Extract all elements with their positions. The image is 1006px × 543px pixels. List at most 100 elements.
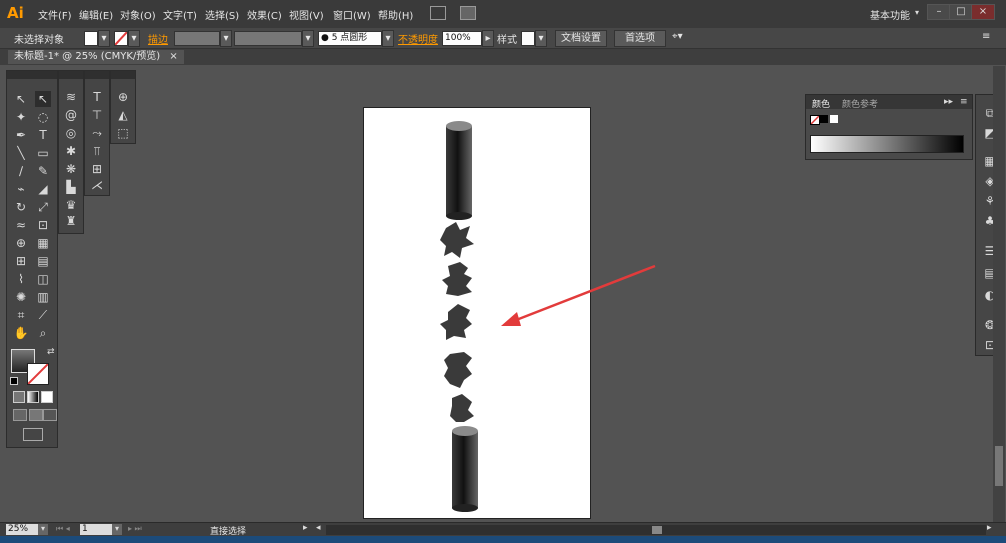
scallop-tool-icon[interactable]: ❋ xyxy=(63,161,79,177)
document-tab[interactable]: 未标题-1* @ 25% (CMYK/预览) × xyxy=(8,50,184,64)
fill-swatch[interactable] xyxy=(84,31,98,46)
type-tool-alt-icon[interactable]: T xyxy=(89,89,105,105)
horizontal-scroll-thumb[interactable] xyxy=(652,526,662,534)
perspective-grid-tool-icon[interactable]: ▦ xyxy=(35,235,51,251)
menu-type[interactable]: 文字(T) xyxy=(163,7,197,22)
vertical-scrollbar[interactable] xyxy=(993,66,1005,522)
direct-selection-tool-icon[interactable]: ↖ xyxy=(35,91,51,107)
type-tool-icon[interactable]: T xyxy=(35,127,51,143)
color-mode-icon[interactable] xyxy=(13,391,25,403)
close-tab-icon[interactable]: × xyxy=(169,51,177,62)
swap-colors-icon[interactable]: ⇄ xyxy=(47,347,55,357)
status-menu-icon[interactable]: ▸ xyxy=(303,523,308,533)
white-color-swatch[interactable] xyxy=(830,115,838,123)
shape-builder-alt-icon[interactable]: ⊕ xyxy=(115,89,131,105)
scale-tool-icon[interactable]: ⤢ xyxy=(35,199,51,215)
stroke-color-swatch[interactable] xyxy=(27,363,49,385)
line-tool-icon[interactable]: ╲ xyxy=(13,145,29,161)
free-transform-tool-icon[interactable]: ⊡ xyxy=(35,217,51,233)
align-icon[interactable]: ⌖▾ xyxy=(672,31,683,42)
wrinkle-tool-icon[interactable]: ♛ xyxy=(63,197,79,213)
scroll-right-icon[interactable]: ▸ xyxy=(987,523,992,533)
menu-effect[interactable]: 效果(C) xyxy=(247,7,282,22)
shape-builder-tool-icon[interactable]: ⊕ xyxy=(13,235,29,251)
menu-select[interactable]: 选择(S) xyxy=(205,7,239,22)
opacity-label[interactable]: 不透明度 xyxy=(398,31,438,46)
page-field[interactable]: 1 xyxy=(80,524,112,535)
warp-tool-icon[interactable]: ≈ xyxy=(13,217,29,233)
tab-color-guide[interactable]: 颜色参考 xyxy=(842,97,878,110)
menu-file[interactable]: 文件(F) xyxy=(38,7,72,22)
black-color-swatch[interactable] xyxy=(820,115,828,123)
bridge-icon[interactable] xyxy=(430,6,446,20)
preferences-button[interactable]: 首选项 xyxy=(614,30,666,47)
blend-tool-icon[interactable]: ◫ xyxy=(35,271,51,287)
color-spectrum-bar[interactable] xyxy=(810,135,964,153)
tab-color[interactable]: 颜色 xyxy=(812,97,830,110)
bloat-tool-icon[interactable]: ✱ xyxy=(63,143,79,159)
crown-tool-icon[interactable]: ♜ xyxy=(63,213,79,229)
vertical-scroll-thumb[interactable] xyxy=(995,446,1003,486)
tools-panel-header[interactable] xyxy=(7,71,57,79)
mesh-tool-icon[interactable]: ⊞ xyxy=(13,253,29,269)
next-page-icon[interactable]: ▸ ⏭ xyxy=(128,524,142,534)
menu-object[interactable]: 对象(O) xyxy=(120,7,156,22)
zoom-field[interactable]: 25% xyxy=(6,524,38,535)
stroke-label[interactable]: 描边 xyxy=(148,31,168,46)
panel-collapse-icon[interactable]: ▸▸ xyxy=(944,97,953,107)
draw-behind-icon[interactable] xyxy=(29,409,43,421)
stroke-swatch[interactable] xyxy=(114,31,128,46)
style-dropdown[interactable]: ▾ xyxy=(535,30,547,47)
stroke-weight-dropdown[interactable]: ▾ xyxy=(220,30,232,47)
stroke-dropdown[interactable]: ▾ xyxy=(128,30,140,47)
flyout-header[interactable] xyxy=(111,71,135,79)
selection-tool-icon[interactable]: ↖ xyxy=(13,91,29,107)
scroll-left-icon[interactable]: ◂ xyxy=(316,523,321,533)
opacity-dropdown[interactable]: ▸ xyxy=(482,30,494,47)
menu-help[interactable]: 帮助(H) xyxy=(378,7,413,22)
zoom-dropdown[interactable]: ▾ xyxy=(38,524,48,535)
variable-width-field[interactable] xyxy=(234,31,302,46)
column-graph-tool-icon[interactable]: ▥ xyxy=(35,289,51,305)
panel-menu-icon[interactable]: ≡ xyxy=(982,31,990,42)
type-on-path-tool-icon[interactable]: ⤳ xyxy=(89,125,105,141)
blob-brush-tool-icon[interactable]: ⌁ xyxy=(13,181,29,197)
rotate-tool-icon[interactable]: ↻ xyxy=(13,199,29,215)
live-paint-tool-icon[interactable]: ◭ xyxy=(115,107,131,123)
document-setup-button[interactable]: 文档设置 xyxy=(555,30,607,47)
vertical-area-type-tool-icon[interactable]: ⊞ xyxy=(89,161,105,177)
width-tool-icon[interactable]: ≋ xyxy=(63,89,79,105)
paintbrush-tool-icon[interactable]: ∕ xyxy=(13,163,29,179)
symbol-sprayer-tool-icon[interactable]: ✺ xyxy=(13,289,29,305)
menu-edit[interactable]: 编辑(E) xyxy=(79,7,113,22)
slice-tool-icon[interactable]: ⟋ xyxy=(35,307,51,323)
arrange-documents-icon[interactable] xyxy=(460,6,476,20)
area-type-tool-icon[interactable]: ⊤ xyxy=(89,107,105,123)
hand-tool-icon[interactable]: ✋ xyxy=(13,325,29,341)
first-page-icon[interactable]: ⏮ ◂ xyxy=(56,524,70,534)
chevron-down-icon[interactable]: ▾ xyxy=(915,8,919,17)
vertical-type-tool-icon[interactable]: ⫪ xyxy=(89,143,105,159)
close-button[interactable]: × xyxy=(971,4,995,20)
none-mode-icon[interactable] xyxy=(41,391,53,403)
gradient-tool-icon[interactable]: ▤ xyxy=(35,253,51,269)
zoom-tool-icon[interactable]: ⌕ xyxy=(35,325,51,341)
opacity-field[interactable]: 100% xyxy=(442,31,482,46)
flyout-header[interactable] xyxy=(85,71,109,79)
stroke-weight-field[interactable] xyxy=(174,31,220,46)
style-swatch[interactable] xyxy=(521,31,535,46)
fill-dropdown[interactable]: ▾ xyxy=(98,30,110,47)
default-colors-icon[interactable] xyxy=(10,377,18,385)
pen-tool-icon[interactable]: ✒ xyxy=(13,127,29,143)
menu-window[interactable]: 窗口(W) xyxy=(333,7,371,22)
crystallize-tool-icon[interactable]: ▙ xyxy=(63,179,79,195)
none-color-icon[interactable] xyxy=(810,115,820,125)
live-paint-select-icon[interactable]: ⬚ xyxy=(115,125,131,141)
draw-inside-icon[interactable] xyxy=(43,409,57,421)
panel-menu-icon[interactable]: ≡ xyxy=(960,97,968,107)
page-dropdown[interactable]: ▾ xyxy=(112,524,122,535)
eyedropper-tool-icon[interactable]: ⌇ xyxy=(13,271,29,287)
draw-normal-icon[interactable] xyxy=(13,409,27,421)
menu-view[interactable]: 视图(V) xyxy=(289,7,324,22)
maximize-button[interactable]: □ xyxy=(949,4,973,20)
